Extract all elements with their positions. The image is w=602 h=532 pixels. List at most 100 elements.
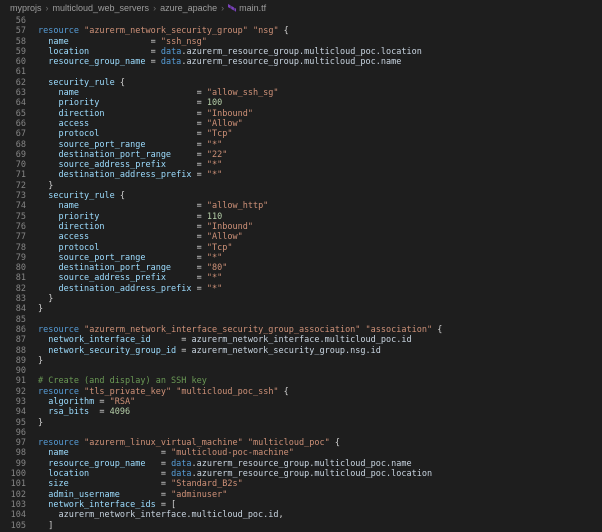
line-number[interactable]: 62 <box>0 78 26 88</box>
code-line[interactable]: 75 priority = 110 <box>0 212 602 222</box>
line-number[interactable]: 69 <box>0 150 26 160</box>
code-line[interactable]: 64 priority = 100 <box>0 98 602 108</box>
breadcrumb-item-multicloud-web-servers[interactable]: multicloud_web_servers <box>53 3 150 13</box>
line-number[interactable]: 81 <box>0 273 26 283</box>
code-line[interactable]: 96 <box>0 428 602 438</box>
code-line[interactable]: 93 algorithm = "RSA" <box>0 397 602 407</box>
code-line[interactable]: 81 source_address_prefix = "*" <box>0 273 602 283</box>
line-number[interactable]: 105 <box>0 521 26 531</box>
line-number[interactable]: 89 <box>0 356 26 366</box>
line-number[interactable]: 71 <box>0 170 26 180</box>
line-number[interactable]: 78 <box>0 243 26 253</box>
line-number[interactable]: 56 <box>0 16 26 26</box>
line-number[interactable]: 77 <box>0 232 26 242</box>
breadcrumb-item-azure-apache[interactable]: azure_apache <box>160 3 217 13</box>
code-line[interactable]: 99 resource_group_name = data.azurerm_re… <box>0 459 602 469</box>
code-line[interactable]: 66 access = "Allow" <box>0 119 602 129</box>
line-number[interactable]: 98 <box>0 448 26 458</box>
line-number[interactable]: 88 <box>0 346 26 356</box>
code-line[interactable]: 95} <box>0 418 602 428</box>
code-line[interactable]: 76 direction = "Inbound" <box>0 222 602 232</box>
code-line[interactable]: 83 } <box>0 294 602 304</box>
code-line[interactable]: 80 destination_port_range = "80" <box>0 263 602 273</box>
line-number[interactable]: 91 <box>0 376 26 386</box>
code-line[interactable]: 71 destination_address_prefix = "*" <box>0 170 602 180</box>
line-number[interactable]: 99 <box>0 459 26 469</box>
code-line[interactable]: 85 <box>0 315 602 325</box>
code-line[interactable]: 59 location = data.azurerm_resource_grou… <box>0 47 602 57</box>
line-number[interactable]: 57 <box>0 26 26 36</box>
code-line[interactable]: 87 network_interface_id = azurerm_networ… <box>0 335 602 345</box>
line-number[interactable]: 67 <box>0 129 26 139</box>
code-line[interactable]: 88 network_security_group_id = azurerm_n… <box>0 346 602 356</box>
code-line[interactable]: 74 name = "allow_http" <box>0 201 602 211</box>
code-line[interactable]: 89} <box>0 356 602 366</box>
code-line[interactable]: 101 size = "Standard_B2s" <box>0 479 602 489</box>
line-number[interactable]: 90 <box>0 366 26 376</box>
code-line[interactable]: 105 ] <box>0 521 602 531</box>
line-number[interactable]: 72 <box>0 181 26 191</box>
line-number[interactable]: 97 <box>0 438 26 448</box>
code-line[interactable]: 63 name = "allow_ssh_sg" <box>0 88 602 98</box>
line-number[interactable]: 79 <box>0 253 26 263</box>
code-line[interactable]: 78 protocol = "Tcp" <box>0 243 602 253</box>
line-number[interactable]: 93 <box>0 397 26 407</box>
code-line[interactable]: 60 resource_group_name = data.azurerm_re… <box>0 57 602 67</box>
line-number[interactable]: 87 <box>0 335 26 345</box>
line-number[interactable]: 61 <box>0 67 26 77</box>
code-line[interactable]: 58 name = "ssh_nsg" <box>0 37 602 47</box>
line-number[interactable]: 74 <box>0 201 26 211</box>
line-number[interactable]: 70 <box>0 160 26 170</box>
line-number[interactable]: 68 <box>0 140 26 150</box>
code-line[interactable]: 92resource "tls_private_key" "multicloud… <box>0 387 602 397</box>
line-number[interactable]: 85 <box>0 315 26 325</box>
code-line[interactable]: 84} <box>0 304 602 314</box>
line-number[interactable]: 102 <box>0 490 26 500</box>
code-line[interactable]: 70 source_address_prefix = "*" <box>0 160 602 170</box>
line-number[interactable]: 100 <box>0 469 26 479</box>
line-number[interactable]: 59 <box>0 47 26 57</box>
code-line[interactable]: 57resource "azurerm_network_security_gro… <box>0 26 602 36</box>
line-number[interactable]: 65 <box>0 109 26 119</box>
code-line[interactable]: 69 destination_port_range = "22" <box>0 150 602 160</box>
line-number[interactable]: 94 <box>0 407 26 417</box>
line-number[interactable]: 86 <box>0 325 26 335</box>
code-line[interactable]: 79 source_port_range = "*" <box>0 253 602 263</box>
line-number[interactable]: 75 <box>0 212 26 222</box>
line-number[interactable]: 95 <box>0 418 26 428</box>
code-line[interactable]: 65 direction = "Inbound" <box>0 109 602 119</box>
code-line[interactable]: 72 } <box>0 181 602 191</box>
line-number[interactable]: 83 <box>0 294 26 304</box>
line-number[interactable]: 84 <box>0 304 26 314</box>
code-line[interactable]: 104 azurerm_network_interface.multicloud… <box>0 510 602 520</box>
code-line[interactable]: 56 <box>0 16 602 26</box>
line-number[interactable]: 103 <box>0 500 26 510</box>
code-line[interactable]: 97resource "azurerm_linux_virtual_machin… <box>0 438 602 448</box>
line-number[interactable]: 60 <box>0 57 26 67</box>
code-line[interactable]: 94 rsa_bits = 4096 <box>0 407 602 417</box>
line-number[interactable]: 96 <box>0 428 26 438</box>
code-line[interactable]: 103 network_interface_ids = [ <box>0 500 602 510</box>
line-number[interactable]: 80 <box>0 263 26 273</box>
line-number[interactable]: 63 <box>0 88 26 98</box>
code-line[interactable]: 86resource "azurerm_network_interface_se… <box>0 325 602 335</box>
line-number[interactable]: 92 <box>0 387 26 397</box>
line-number[interactable]: 101 <box>0 479 26 489</box>
code-line[interactable]: 73 security_rule { <box>0 191 602 201</box>
code-line[interactable]: 67 protocol = "Tcp" <box>0 129 602 139</box>
breadcrumb-item-myprojs[interactable]: myprojs <box>10 3 42 13</box>
code-line[interactable]: 90 <box>0 366 602 376</box>
code-line[interactable]: 61 <box>0 67 602 77</box>
code-line[interactable]: 77 access = "Allow" <box>0 232 602 242</box>
line-number[interactable]: 73 <box>0 191 26 201</box>
code-line[interactable]: 98 name = "multicloud-poc-machine" <box>0 448 602 458</box>
line-number[interactable]: 104 <box>0 510 26 520</box>
breadcrumb-item-main-tf[interactable]: main.tf <box>228 3 266 13</box>
line-number[interactable]: 76 <box>0 222 26 232</box>
code-line[interactable]: 68 source_port_range = "*" <box>0 140 602 150</box>
code-line[interactable]: 91# Create (and display) an SSH key <box>0 376 602 386</box>
code-line[interactable]: 102 admin_username = "adminuser" <box>0 490 602 500</box>
line-number[interactable]: 66 <box>0 119 26 129</box>
code-line[interactable]: 62 security_rule { <box>0 78 602 88</box>
code-line[interactable]: 82 destination_address_prefix = "*" <box>0 284 602 294</box>
